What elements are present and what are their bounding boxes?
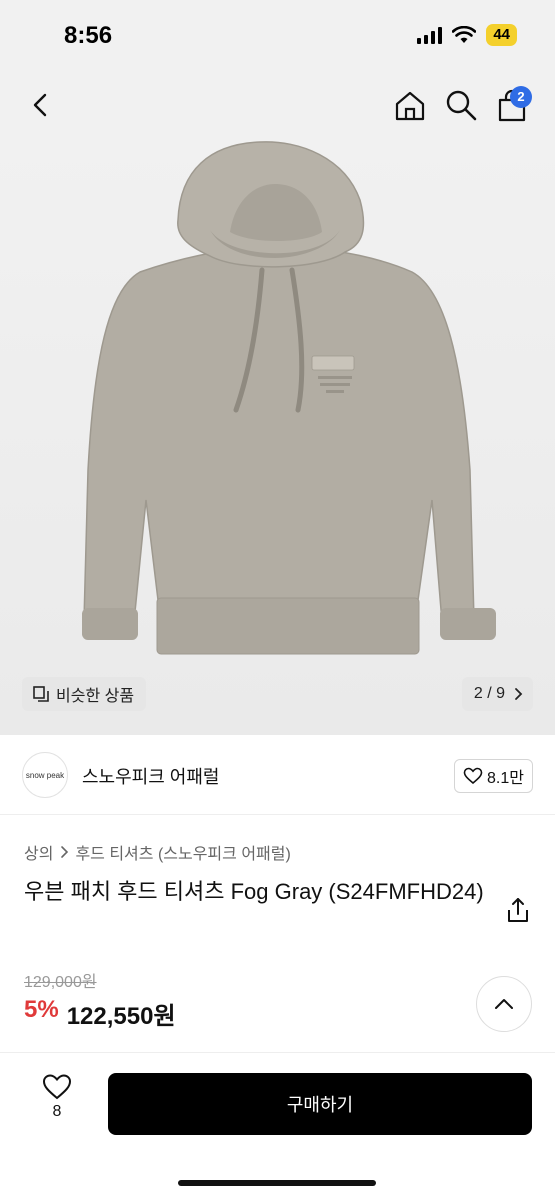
wifi-icon [452,26,477,43]
discount-rate: 5% [24,996,59,1023]
original-price: 129,000원 [24,974,97,991]
chevron-right-icon [515,688,523,700]
similar-items-icon [33,686,49,702]
chevron-right-icon [61,846,69,858]
heart-icon [42,1074,72,1100]
status-icons: 44 [417,24,517,46]
back-icon[interactable] [26,90,56,120]
product-image-carousel[interactable]: 비슷한 상품 2 / 9 [0,140,555,735]
sale-price: 122,550원 [66,1003,176,1030]
page-indicator-text: 2 / 9 [473,685,505,702]
status-time: 8:56 [64,22,113,49]
wishlist-count: 8 [52,1103,62,1120]
similar-products-button[interactable]: 비슷한 상품 [22,677,147,711]
scroll-to-top-button[interactable] [476,976,532,1032]
chevron-up-icon [495,999,513,1009]
similar-products-label: 비슷한 상품 [56,688,135,705]
battery-indicator: 44 [486,24,517,46]
brand-logo-text: snow peak [25,770,65,780]
status-bar: 8:56 44 [0,0,555,70]
price-row: 5% 122,550원 [24,996,176,1031]
brand-row[interactable]: snow peak 스노우피크 어패럴 8.1만 [0,735,555,815]
home-indicator [178,1180,376,1186]
breadcrumb-category[interactable]: 상의 [24,840,53,864]
cart-count-badge: 2 [510,86,532,108]
home-icon[interactable] [392,88,428,124]
hoodie-product-image [82,141,496,655]
cellular-signal-icon [417,26,443,44]
product-title: 우븐 패치 후드 티셔츠 Fog Gray (S24FMFHD24) [24,879,484,904]
search-icon[interactable] [444,88,478,122]
share-icon[interactable] [505,896,531,924]
breadcrumb: 상의 후드 티셔츠 (스노우피크 어패럴) [24,840,291,864]
buy-button[interactable]: 구매하기 [108,1073,532,1135]
bottom-action-bar: 8 구매하기 [0,1052,555,1200]
breadcrumb-subcategory[interactable]: 후드 티셔츠 (스노우피크 어패럴) [75,840,290,864]
wishlist-button[interactable]: 8 [36,1073,78,1121]
heart-icon [463,767,483,785]
image-page-indicator[interactable]: 2 / 9 [461,677,533,711]
top-nav [0,70,555,140]
brand-logo[interactable]: snow peak [22,752,68,798]
brand-like-count: 8.1만 [487,770,524,787]
brand-like-button[interactable]: 8.1만 [454,759,533,793]
brand-name[interactable]: 스노우피크 어패럴 [82,763,219,789]
